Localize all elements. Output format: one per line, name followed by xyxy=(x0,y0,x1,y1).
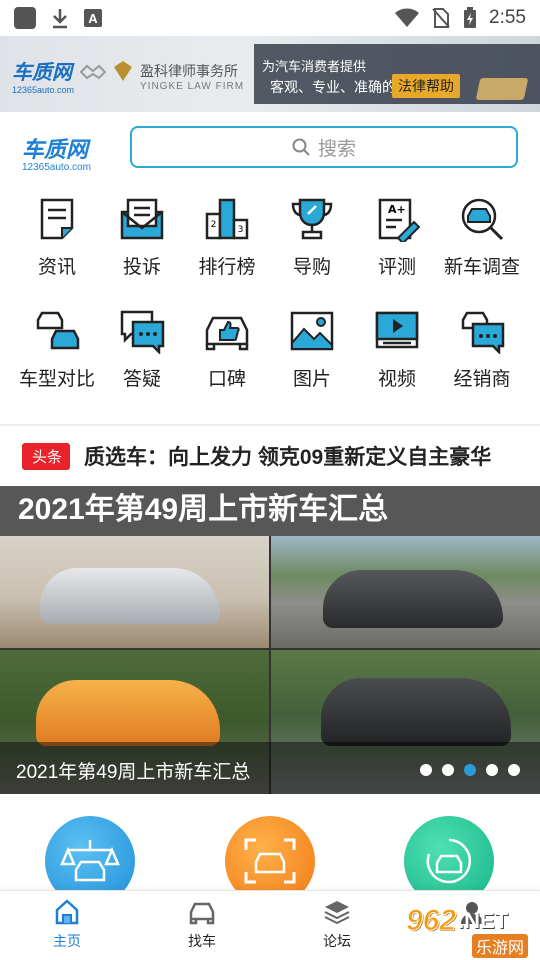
svg-text:A+: A+ xyxy=(388,203,406,216)
ranking-icon: 23 xyxy=(205,198,249,240)
notification-app-icon xyxy=(14,7,36,29)
handshake-icon xyxy=(80,64,106,80)
grid-label: 经销商 xyxy=(453,369,511,390)
book-illustration xyxy=(475,78,529,100)
svg-text:2: 2 xyxy=(211,220,217,230)
law-firm-logo-icon xyxy=(114,61,132,81)
no-sim-icon xyxy=(432,8,450,28)
nav-label: 找车 xyxy=(188,933,216,949)
trophy-icon xyxy=(291,198,333,240)
nav-forum[interactable]: 论坛 xyxy=(302,899,372,951)
nav-find-car[interactable]: 找车 xyxy=(167,899,237,951)
ad-banner[interactable]: 车质网 12365auto.com 盈科律师事务所 YINGKE LAW FIRM… xyxy=(0,36,540,112)
carousel-indicator xyxy=(420,764,520,776)
grid-label: 导购 xyxy=(292,257,331,278)
watermark-brand: 962 xyxy=(405,904,457,938)
svg-text:A: A xyxy=(88,11,98,26)
battery-icon xyxy=(464,7,477,28)
video-icon xyxy=(375,311,419,349)
compare-icon xyxy=(36,311,80,350)
carousel-dot[interactable] xyxy=(442,764,454,776)
banner-line-2: 客观、专业、准确的 xyxy=(270,79,396,95)
search-icon xyxy=(292,138,310,156)
carousel-dot[interactable] xyxy=(420,764,432,776)
layers-icon xyxy=(324,901,350,925)
headline-news[interactable]: 头条 质选车：向上发力 领克09重新定义自主豪华 xyxy=(0,426,540,486)
wifi-icon xyxy=(395,8,420,27)
complaint-icon xyxy=(120,198,164,240)
grid-label: 资讯 xyxy=(37,257,76,278)
image-icon xyxy=(290,311,334,351)
nav-label: 论坛 xyxy=(323,933,351,949)
grid-item-guide[interactable]: 导购 xyxy=(267,186,357,286)
banner-site-logo: 车质网 12365auto.com xyxy=(12,62,75,95)
search-placeholder: 搜索 xyxy=(317,138,356,160)
grid-item-new-car-survey[interactable]: 新车调查 xyxy=(437,186,527,286)
grid-label: 答疑 xyxy=(122,369,161,390)
banner-tag: 法律帮助 xyxy=(392,74,460,98)
car-icon xyxy=(189,902,215,925)
eco-car-icon xyxy=(426,838,472,884)
scan-car-icon xyxy=(244,838,296,884)
home-icon xyxy=(55,899,79,925)
quick-entry-row xyxy=(0,794,540,906)
carousel-caption: 2021年第49周上市新车汇总 xyxy=(16,762,251,783)
carousel-dot[interactable] xyxy=(508,764,520,776)
carousel-photo-2 xyxy=(271,536,540,648)
feature-grid: 资讯 投诉 23 排行榜 导购 A+ 评测 新车调查 车型对比 答疑 口碑 图片… xyxy=(0,186,540,412)
grid-item-video[interactable]: 视频 xyxy=(352,298,442,398)
chat-icon xyxy=(120,310,165,354)
grid-label: 视频 xyxy=(377,369,416,390)
grid-item-pictures[interactable]: 图片 xyxy=(267,298,357,398)
watermark-name: 乐游网 xyxy=(472,934,529,958)
grid-item-news[interactable]: 资讯 xyxy=(12,186,102,286)
download-icon xyxy=(53,9,67,29)
nav-label: 主页 xyxy=(53,933,81,949)
grid-label: 投诉 xyxy=(122,257,161,278)
grid-label: 图片 xyxy=(292,369,331,390)
grid-item-compare[interactable]: 车型对比 xyxy=(12,298,102,398)
grid-label: 排行榜 xyxy=(198,257,256,278)
grid-label: 口碑 xyxy=(207,369,246,390)
grid-label: 新车调查 xyxy=(443,257,520,278)
banner-line-1: 为汽车消费者提供 xyxy=(262,59,367,74)
nav-home[interactable]: 主页 xyxy=(32,899,102,951)
status-bar: A 2:55 xyxy=(0,0,540,36)
law-firm-name: 盈科律师事务所 xyxy=(140,63,238,79)
watermark-suffix: .NET xyxy=(458,908,509,933)
dealer-icon xyxy=(461,311,505,354)
law-firm-name-en: YINGKE LAW FIRM xyxy=(140,81,245,92)
grid-item-complaint[interactable]: 投诉 xyxy=(97,186,187,286)
grid-label: 车型对比 xyxy=(18,369,95,390)
carousel-dot-active[interactable] xyxy=(464,764,476,776)
thumbs-up-car-icon xyxy=(205,316,249,351)
grid-item-dealer[interactable]: 经销商 xyxy=(437,298,527,398)
carousel-slide-title: 2021年第49周上市新车汇总 xyxy=(0,486,540,536)
site-watermark: 962 .NET 乐游网 xyxy=(400,900,536,958)
headline-text: 质选车：向上发力 领克09重新定义自主豪华 xyxy=(84,446,492,469)
carousel-photo-1 xyxy=(0,536,269,648)
site-logo[interactable]: 车质网 12365auto.com xyxy=(22,132,91,173)
grid-item-reputation[interactable]: 口碑 xyxy=(182,298,272,398)
search-input[interactable]: 搜索 xyxy=(130,126,518,168)
car-search-icon xyxy=(461,198,504,241)
scale-car-icon xyxy=(60,840,120,882)
grid-label: 评测 xyxy=(377,257,416,278)
grid-item-review[interactable]: A+ 评测 xyxy=(352,186,442,286)
grid-item-ranking[interactable]: 23 排行榜 xyxy=(182,186,272,286)
news-carousel[interactable]: 2021年第49周上市新车汇总 2021年第49周上市新车汇总 xyxy=(0,486,540,794)
review-icon: A+ xyxy=(378,198,420,242)
grid-item-qa[interactable]: 答疑 xyxy=(97,298,187,398)
news-icon xyxy=(40,198,74,240)
app-header: 车质网 12365auto.com 搜索 xyxy=(0,112,540,186)
carousel-dot[interactable] xyxy=(486,764,498,776)
font-a-icon: A xyxy=(84,9,102,27)
svg-text:3: 3 xyxy=(238,225,244,235)
headline-badge: 头条 xyxy=(22,442,71,470)
status-time: 2:55 xyxy=(489,7,526,28)
